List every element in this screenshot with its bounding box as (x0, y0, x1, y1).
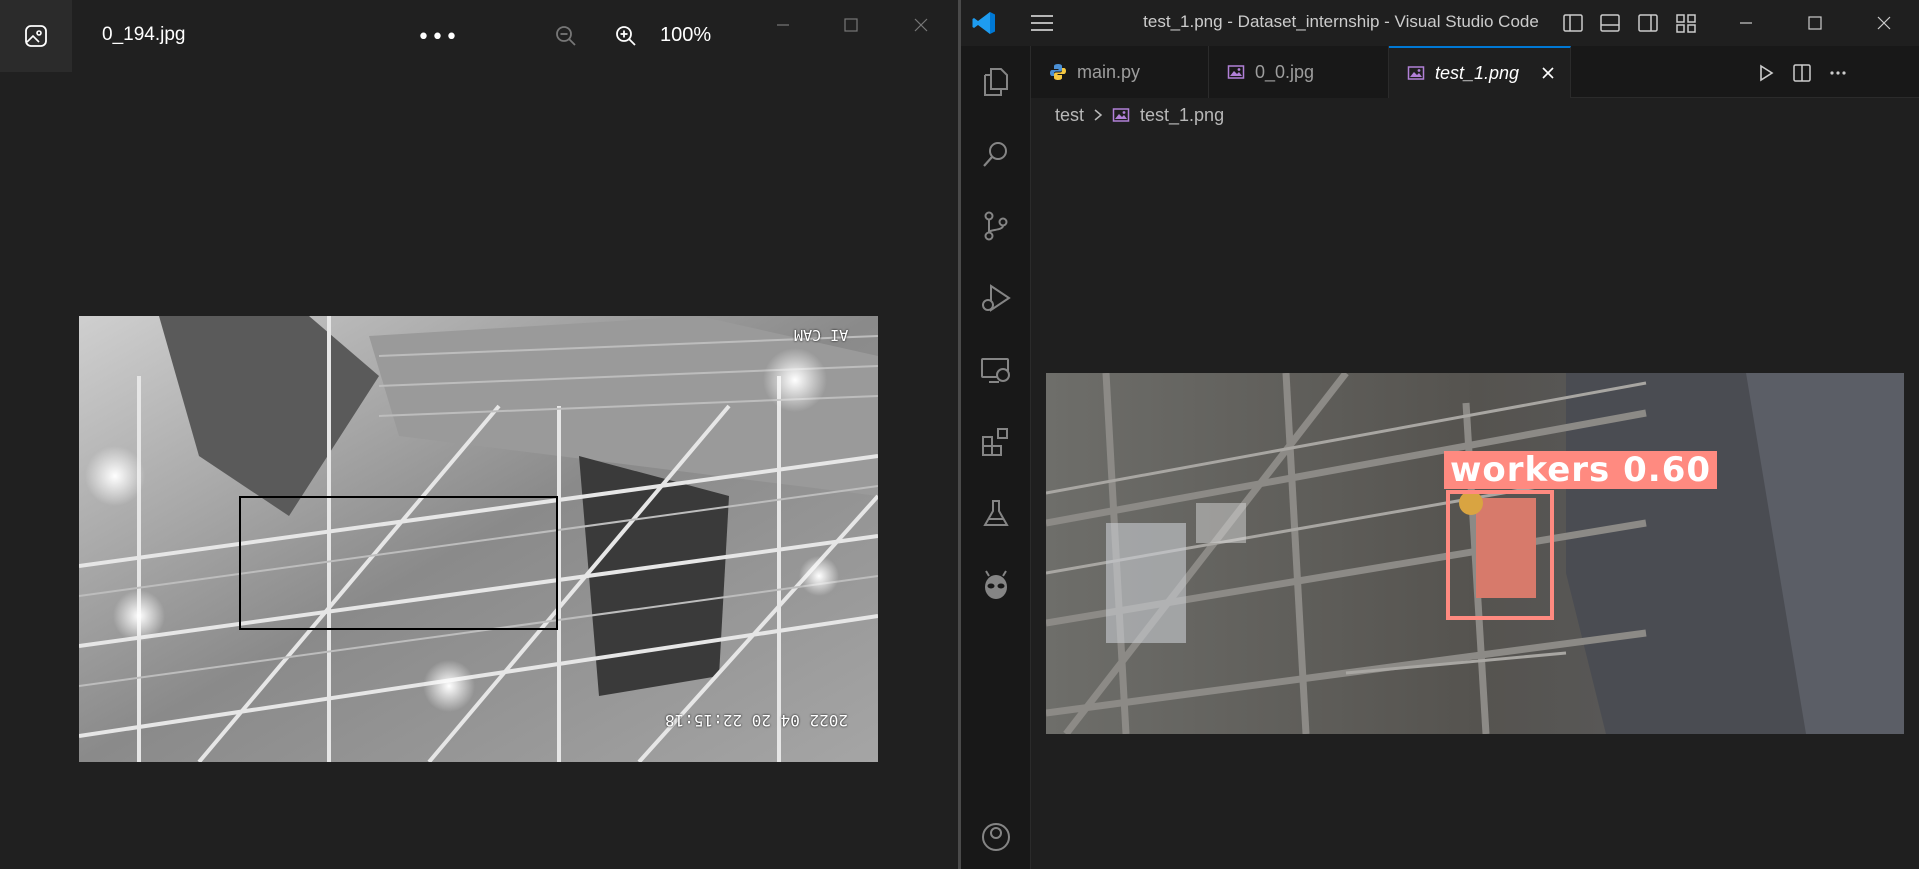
extensions-icon (982, 428, 1008, 456)
sidebar-left-icon (1563, 14, 1583, 32)
tab-label: test_1.png (1435, 62, 1520, 83)
minimize-icon (777, 24, 789, 26)
tab-0-0-jpg[interactable]: 0_0.jpg (1209, 46, 1389, 98)
close-icon (1877, 16, 1891, 30)
source-control-button[interactable] (961, 194, 1031, 258)
close-button[interactable] (898, 10, 944, 40)
explorer-button[interactable] (961, 50, 1031, 114)
explorer-icon (984, 68, 1008, 96)
account-button[interactable] (961, 805, 1031, 869)
zoom-in-button[interactable] (608, 18, 644, 54)
zoom-level[interactable]: 100% (660, 24, 711, 47)
split-editor-button[interactable] (1789, 60, 1815, 86)
annotation-rectangle (239, 496, 558, 630)
tab-close-button[interactable] (1541, 66, 1555, 80)
maximize-icon (1808, 16, 1822, 30)
hamburger-icon (1031, 15, 1053, 31)
more-actions-button[interactable] (1825, 60, 1851, 86)
breadcrumb: test test_1.png (1055, 102, 1224, 128)
search-button[interactable] (961, 122, 1031, 186)
customize-layout-button[interactable] (1674, 11, 1698, 35)
layout-icon (1676, 14, 1696, 33)
more-options-button[interactable]: ••• (416, 18, 460, 56)
alien-extension-icon (985, 570, 1007, 599)
detection-label: workers 0.60 (1444, 451, 1718, 489)
remote-explorer-icon (981, 358, 1010, 383)
vscode-window: test_1.png - Dataset_internship - Visual… (961, 0, 1919, 869)
photos-window: 0_194.jpg ••• 100% AI CAM 2022 04 20 22:… (0, 0, 958, 869)
panel-bottom-icon (1600, 14, 1620, 32)
split-editor-icon (1793, 64, 1811, 82)
ellipsis-icon (1830, 71, 1846, 75)
close-icon (914, 18, 928, 32)
activity-bar (961, 46, 1031, 869)
image-icon (1227, 63, 1245, 81)
editor-tabs: main.py 0_0.jpg test_1.png (1031, 46, 1919, 98)
tab-label: main.py (1077, 61, 1141, 82)
vscode-maximize-button[interactable] (1792, 8, 1838, 38)
maximize-icon (844, 18, 858, 32)
tab-test-1-png[interactable]: test_1.png (1389, 46, 1571, 98)
vscode-close-button[interactable] (1861, 8, 1907, 38)
window-title: test_1.png - Dataset_internship - Visual… (1143, 12, 1539, 31)
menu-button[interactable] (1027, 12, 1057, 34)
photos-filename: 0_194.jpg (102, 24, 186, 45)
toggle-primary-sidebar-button[interactable] (1561, 11, 1585, 35)
run-debug-button[interactable] (961, 266, 1031, 330)
sidebar-right-icon (1638, 14, 1658, 32)
tab-label: 0_0.jpg (1255, 61, 1315, 82)
account-icon (982, 823, 1010, 851)
zoom-out-button[interactable] (548, 18, 584, 54)
image-icon (1407, 64, 1425, 82)
detection-bounding-box (1446, 490, 1554, 620)
chevron-right-icon (1092, 108, 1104, 122)
zoom-in-icon (616, 26, 636, 46)
vscode-logo-icon (971, 10, 997, 36)
detection-image: workers 0.60 (1046, 373, 1904, 734)
source-control-icon (984, 211, 1008, 241)
photos-app-icon[interactable] (0, 0, 72, 72)
alien-extension-button[interactable] (961, 554, 1031, 618)
vscode-minimize-button[interactable] (1723, 8, 1769, 38)
toggle-panel-button[interactable] (1598, 11, 1622, 35)
minimize-icon (1740, 22, 1752, 24)
photo-caption-bottom: 2022 04 20 22:15:18 (664, 711, 848, 730)
remote-explorer-button[interactable] (961, 338, 1031, 402)
toggle-secondary-sidebar-button[interactable] (1636, 11, 1660, 35)
python-icon (1049, 63, 1067, 81)
photo-caption-top: AI CAM (793, 326, 848, 344)
photos-titlebar: 0_194.jpg ••• 100% (0, 0, 958, 72)
photo-image: AI CAM 2022 04 20 22:15:18 (79, 316, 878, 762)
image-icon (1112, 106, 1130, 124)
run-button[interactable] (1753, 60, 1779, 86)
image-preview-editor: workers 0.60 (1031, 130, 1919, 869)
close-icon (1542, 67, 1554, 79)
testing-button[interactable] (961, 482, 1031, 546)
testing-icon (983, 500, 1009, 526)
maximize-button[interactable] (828, 10, 874, 40)
breadcrumb-file[interactable]: test_1.png (1140, 105, 1224, 126)
zoom-out-icon (556, 26, 576, 46)
tab-main-py[interactable]: main.py (1031, 46, 1209, 98)
search-icon (983, 142, 1007, 167)
run-debug-icon (982, 284, 1011, 312)
extensions-button[interactable] (961, 410, 1031, 474)
minimize-button[interactable] (760, 10, 806, 40)
photo-canvas: AI CAM 2022 04 20 22:15:18 (0, 72, 958, 869)
vscode-titlebar: test_1.png - Dataset_internship - Visual… (961, 0, 1919, 46)
play-icon (1760, 64, 1774, 82)
breadcrumb-folder[interactable]: test (1055, 105, 1084, 126)
